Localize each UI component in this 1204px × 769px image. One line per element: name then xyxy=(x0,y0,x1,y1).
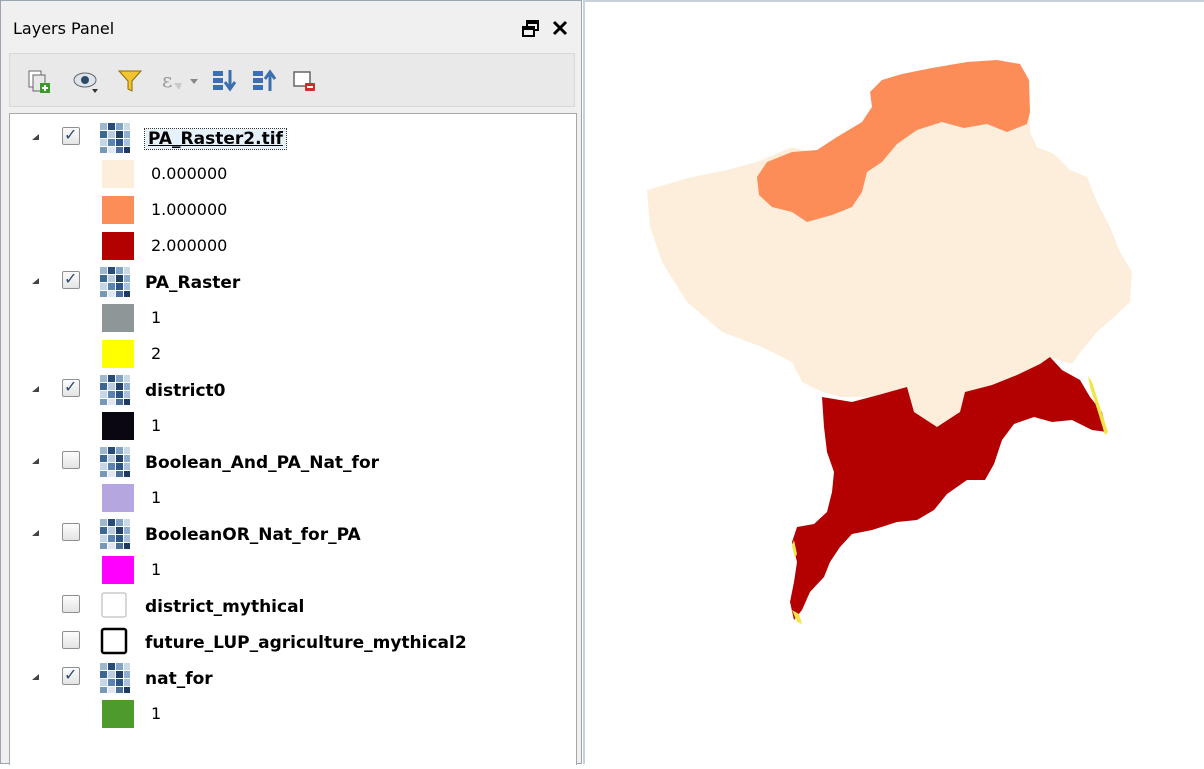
legend-item: 1 xyxy=(10,410,570,442)
legend-color-swatch xyxy=(102,556,134,584)
raster-layer-icon xyxy=(100,519,130,549)
layer-name[interactable]: future_LUP_agriculture_mythical2 xyxy=(145,633,467,653)
checkmark-icon: ✓ xyxy=(64,665,78,684)
layer-name[interactable]: PA_Raster2.tif xyxy=(144,128,287,150)
legend-color-swatch xyxy=(102,700,134,728)
manage-visibility-icon[interactable] xyxy=(72,67,100,95)
legend-color-swatch xyxy=(102,196,134,224)
legend-label: 0.000000 xyxy=(151,164,228,183)
raster-layer-icon xyxy=(100,663,130,693)
legend-label: 2 xyxy=(151,344,162,363)
layer-name[interactable]: district0 xyxy=(145,381,225,401)
collapse-arrow-icon[interactable] xyxy=(32,530,39,536)
undock-icon[interactable] xyxy=(521,19,541,39)
legend-item: 1 xyxy=(10,482,570,514)
layer-row[interactable]: future_LUP_agriculture_mythical2 xyxy=(10,626,570,658)
collapse-all-icon[interactable] xyxy=(250,67,278,95)
legend-color-swatch xyxy=(102,340,134,368)
layer-tree: ✓ PA_Raster2.tif 0.000000 1.000000 2.000000 ✓… xyxy=(9,113,577,765)
layers-panel: Layers Panel ε ✓ PA_Raster2.tif 0.000000… xyxy=(0,0,582,765)
svg-text:ε: ε xyxy=(162,68,172,92)
layer-visibility-checkbox[interactable]: ✓ xyxy=(62,377,80,397)
remove-layer-icon[interactable] xyxy=(290,67,318,95)
collapse-arrow-icon[interactable] xyxy=(32,458,39,464)
layer-visibility-checkbox[interactable]: ✓ xyxy=(62,665,80,685)
layer-row[interactable]: ✓ PA_Raster2.tif xyxy=(10,122,570,154)
checkmark-icon: ✓ xyxy=(64,377,78,396)
legend-color-swatch xyxy=(102,484,134,512)
legend-label: 1 xyxy=(151,488,162,507)
layer-name[interactable]: district_mythical xyxy=(145,597,304,617)
collapse-arrow-icon[interactable] xyxy=(32,134,39,140)
legend-item: 2 xyxy=(10,338,570,370)
legend-item: 2.000000 xyxy=(10,230,570,262)
map-canvas[interactable] xyxy=(583,0,1204,764)
panel-title: Layers Panel xyxy=(13,19,115,38)
polygon-fill-icon xyxy=(101,592,127,618)
layer-visibility-checkbox[interactable] xyxy=(62,451,80,469)
map-render[interactable] xyxy=(585,2,1202,764)
raster-layer-icon xyxy=(100,267,130,297)
add-group-icon[interactable] xyxy=(24,67,52,95)
expand-all-icon[interactable] xyxy=(210,67,238,95)
layer-visibility-checkbox[interactable] xyxy=(62,523,80,541)
layer-row[interactable]: ✓ nat_for xyxy=(10,662,570,694)
layer-visibility-checkbox[interactable] xyxy=(62,595,80,613)
legend-label: 1 xyxy=(151,416,162,435)
layer-name[interactable]: Boolean_And_PA_Nat_for xyxy=(145,453,379,473)
filter-by-expression-icon[interactable]: ε xyxy=(160,67,200,95)
layer-row[interactable]: district_mythical xyxy=(10,590,570,622)
raster-layer-icon xyxy=(100,123,130,153)
layer-row[interactable]: BooleanOR_Nat_for_PA xyxy=(10,518,570,550)
layer-row[interactable]: ✓ PA_Raster xyxy=(10,266,570,298)
collapse-arrow-icon[interactable] xyxy=(32,278,39,284)
legend-label: 1 xyxy=(151,560,162,579)
legend-color-swatch xyxy=(102,232,134,260)
legend-label: 1 xyxy=(151,704,162,723)
layer-visibility-checkbox[interactable]: ✓ xyxy=(62,125,80,145)
legend-color-swatch xyxy=(102,304,134,332)
layer-name[interactable]: BooleanOR_Nat_for_PA xyxy=(145,525,361,545)
layer-name[interactable]: nat_for xyxy=(145,669,213,689)
legend-label: 2.000000 xyxy=(151,236,228,255)
legend-item: 1 xyxy=(10,554,570,586)
legend-label: 1 xyxy=(151,308,162,327)
polygon-outline-icon xyxy=(100,627,128,655)
legend-color-swatch xyxy=(102,160,134,188)
legend-item: 1 xyxy=(10,698,570,730)
layer-row[interactable]: ✓ district0 xyxy=(10,374,570,406)
close-icon[interactable] xyxy=(549,17,571,39)
legend-label: 1.000000 xyxy=(151,200,228,219)
legend-item: 1 xyxy=(10,302,570,334)
legend-item: 0.000000 xyxy=(10,158,570,190)
layers-toolbar: ε xyxy=(9,53,575,107)
layer-row[interactable]: Boolean_And_PA_Nat_for xyxy=(10,446,570,478)
collapse-arrow-icon[interactable] xyxy=(32,674,39,680)
checkmark-icon: ✓ xyxy=(64,269,78,288)
legend-color-swatch xyxy=(102,412,134,440)
checkmark-icon: ✓ xyxy=(64,125,78,144)
filter-legend-icon[interactable] xyxy=(116,67,144,95)
legend-item: 1.000000 xyxy=(10,194,570,226)
raster-layer-icon xyxy=(100,375,130,405)
layer-name[interactable]: PA_Raster xyxy=(145,273,240,293)
panel-titlebar: Layers Panel xyxy=(1,1,581,45)
collapse-arrow-icon[interactable] xyxy=(32,386,39,392)
layer-visibility-checkbox[interactable] xyxy=(62,631,80,649)
layer-visibility-checkbox[interactable]: ✓ xyxy=(62,269,80,289)
raster-layer-icon xyxy=(100,447,130,477)
